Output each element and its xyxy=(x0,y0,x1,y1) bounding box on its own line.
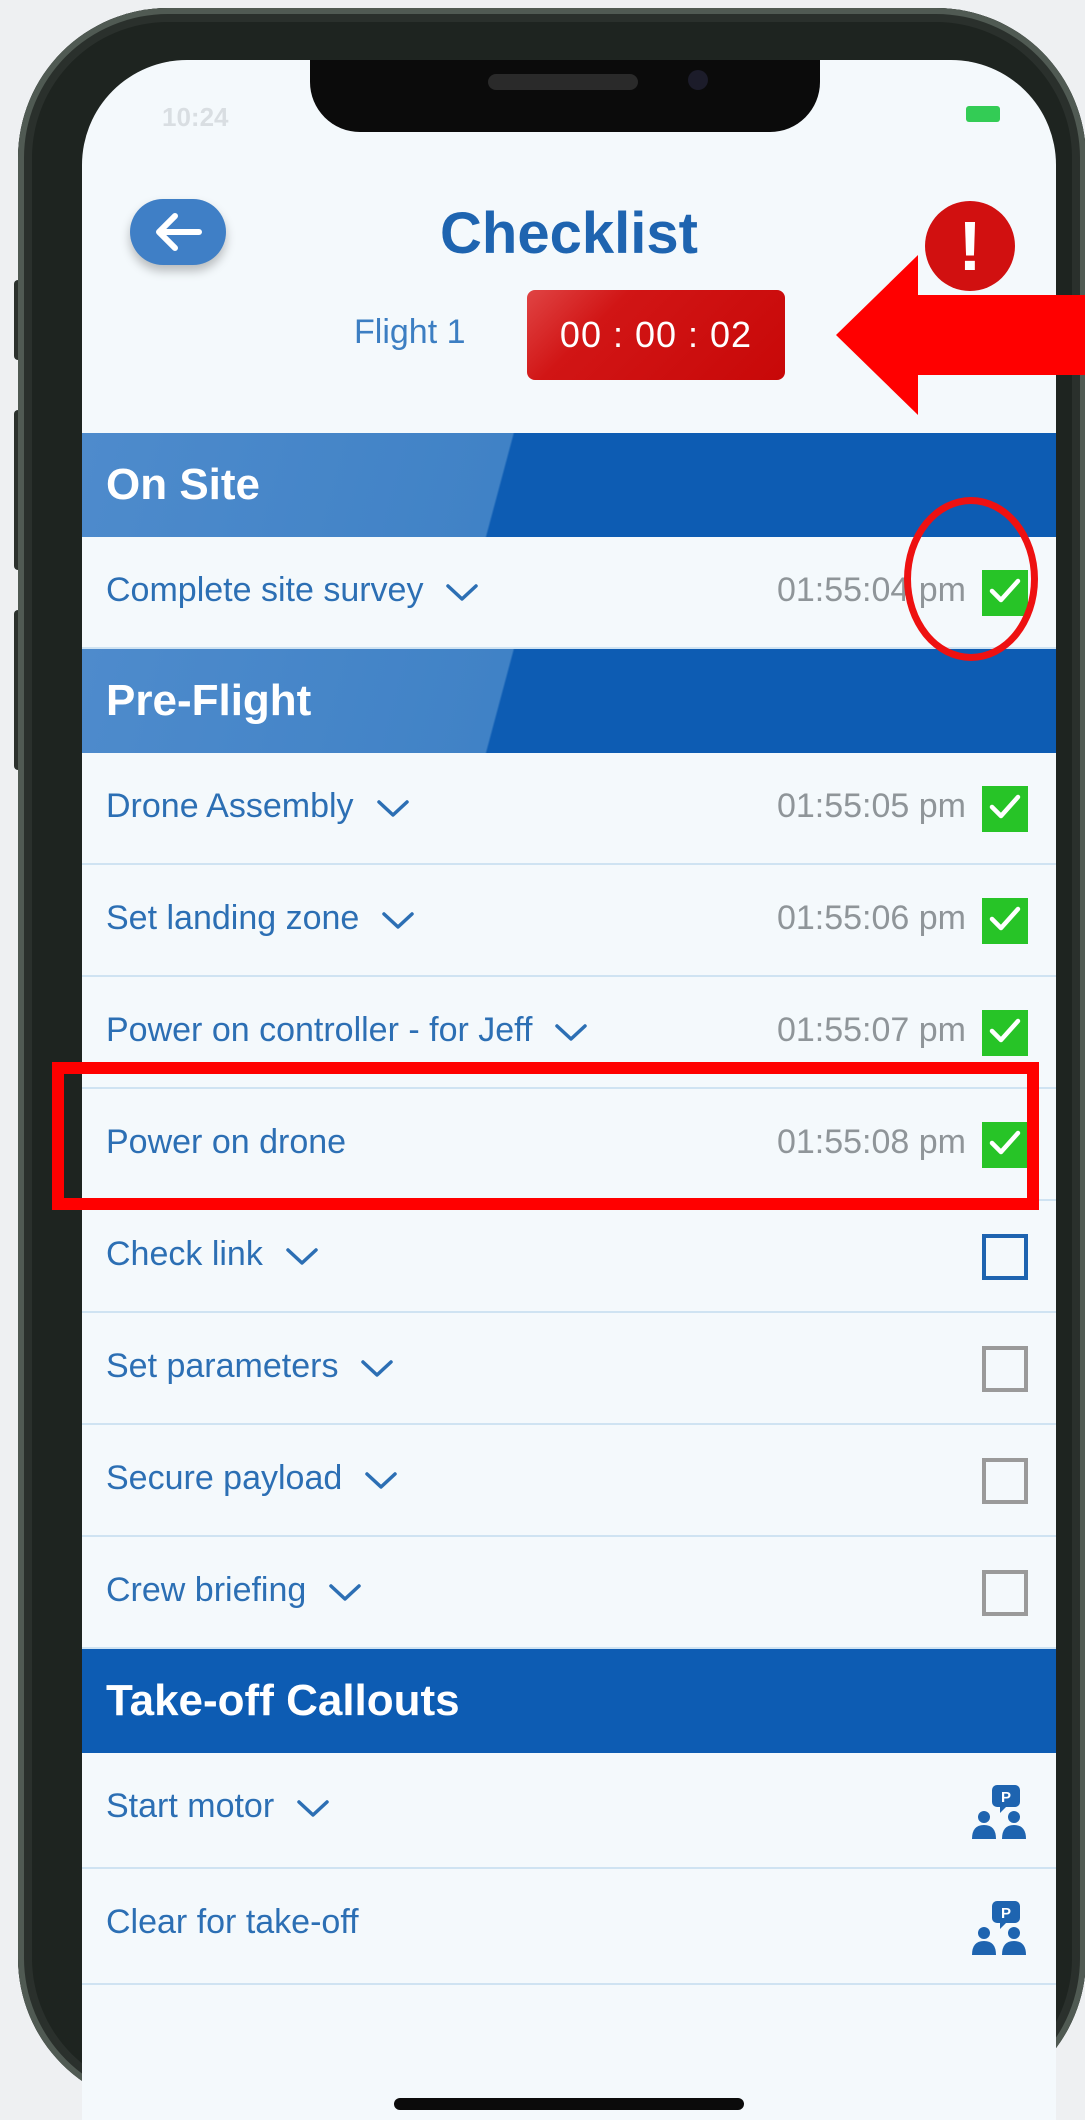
section-header: On Site xyxy=(82,433,1056,537)
item-label: Start motor xyxy=(106,1787,330,1828)
item-label: Crew briefing xyxy=(106,1571,362,1612)
item-label: Set landing zone xyxy=(106,899,415,940)
checked-checkbox[interactable] xyxy=(982,1122,1028,1168)
checkmark-icon xyxy=(988,1128,1022,1163)
checklist-item[interactable]: Crew briefing xyxy=(82,1537,1056,1649)
item-timestamp: 01:55:05 pm xyxy=(776,787,966,825)
item-label: Check link xyxy=(106,1235,319,1276)
item-label: Power on drone xyxy=(106,1123,346,1162)
phone-notch xyxy=(310,60,820,132)
checklist-item[interactable]: Set landing zone 01:55:06 pm xyxy=(82,865,1056,977)
checkbox[interactable] xyxy=(982,1346,1028,1392)
chevron-down-icon[interactable] xyxy=(381,901,415,940)
phone-frame: 10:24 Checklist ! Flight 1 00 : 00 : 02 … xyxy=(18,8,1085,2120)
checklist-item[interactable]: Start motor P xyxy=(82,1753,1056,1869)
item-timestamp: 01:55:04 pm xyxy=(776,571,966,609)
home-indicator xyxy=(394,2098,744,2110)
checkmark-icon xyxy=(988,1016,1022,1051)
checkmark-icon xyxy=(988,792,1022,827)
crew-callout-icon[interactable]: P xyxy=(970,1899,1030,1962)
checked-checkbox[interactable] xyxy=(982,786,1028,832)
item-label-text: Secure payload xyxy=(106,1459,343,1497)
status-time: 10:24 xyxy=(162,102,229,132)
chevron-down-icon[interactable] xyxy=(445,573,479,612)
item-timestamp: 01:55:06 pm xyxy=(776,899,966,937)
item-timestamp: 01:55:08 pm xyxy=(776,1123,966,1161)
item-label-text: Check link xyxy=(106,1235,263,1273)
item-label: Complete site survey xyxy=(106,571,479,612)
checkbox[interactable] xyxy=(982,1570,1028,1616)
chevron-down-icon[interactable] xyxy=(285,1237,319,1276)
checklist-item[interactable]: Set parameters xyxy=(82,1313,1056,1425)
item-label-text: Set landing zone xyxy=(106,899,360,937)
alert-icon[interactable]: ! xyxy=(925,201,1015,291)
checklist-item[interactable]: Check link xyxy=(82,1201,1056,1313)
item-label: Power on controller - for Jeff xyxy=(106,1011,588,1052)
flight-label: Flight 1 xyxy=(354,313,466,351)
item-label: Clear for take-off xyxy=(106,1903,359,1942)
item-label-text: Power on drone xyxy=(106,1123,347,1161)
svg-text:P: P xyxy=(1001,1789,1011,1806)
battery-icon xyxy=(966,106,1000,122)
item-label: Secure payload xyxy=(106,1459,398,1500)
item-label-text: Complete site survey xyxy=(106,571,424,609)
item-label-text: Crew briefing xyxy=(106,1571,307,1609)
flight-timer: 00 : 00 : 02 xyxy=(527,290,785,380)
page-title: Checklist xyxy=(440,201,698,266)
item-label-text: Start motor xyxy=(106,1787,275,1825)
section-header: Take-off Callouts xyxy=(82,1649,1056,1753)
speaker-grille xyxy=(488,74,638,90)
checklist-item[interactable]: Clear for take-off P xyxy=(82,1869,1056,1985)
checked-checkbox[interactable] xyxy=(982,898,1028,944)
checkbox[interactable] xyxy=(982,1458,1028,1504)
chevron-down-icon[interactable] xyxy=(296,1789,330,1828)
svg-text:P: P xyxy=(1001,1905,1011,1922)
crew-callout-icon[interactable]: P xyxy=(970,1783,1030,1846)
section-header: Pre-Flight xyxy=(82,649,1056,753)
app-screen: 10:24 Checklist ! Flight 1 00 : 00 : 02 … xyxy=(82,60,1056,2120)
chevron-down-icon[interactable] xyxy=(360,1349,394,1388)
item-label-text: Drone Assembly xyxy=(106,787,354,825)
chevron-down-icon[interactable] xyxy=(554,1013,588,1052)
chevron-down-icon[interactable] xyxy=(364,1461,398,1500)
checklist-item[interactable]: Drone Assembly 01:55:05 pm xyxy=(82,753,1056,865)
front-camera xyxy=(688,70,708,90)
checked-checkbox[interactable] xyxy=(982,570,1028,616)
checklist-item[interactable]: Secure payload xyxy=(82,1425,1056,1537)
item-timestamp: 01:55:07 pm xyxy=(776,1011,966,1049)
item-label-text: Power on controller - for Jeff xyxy=(106,1011,533,1049)
checklist-item[interactable]: Power on drone 01:55:08 pm xyxy=(82,1089,1056,1201)
chevron-down-icon[interactable] xyxy=(376,789,410,828)
chevron-down-icon[interactable] xyxy=(328,1573,362,1612)
checkmark-icon xyxy=(988,904,1022,939)
checklist-item[interactable]: Power on controller - for Jeff 01:55:07 p… xyxy=(82,977,1056,1089)
item-label-text: Set parameters xyxy=(106,1347,339,1385)
checked-checkbox[interactable] xyxy=(982,1010,1028,1056)
checklist-item[interactable]: Complete site survey 01:55:04 pm xyxy=(82,537,1056,649)
checkmark-icon xyxy=(988,576,1022,611)
item-label-text: Clear for take-off xyxy=(106,1903,359,1941)
item-label: Drone Assembly xyxy=(106,787,410,828)
checkbox[interactable] xyxy=(982,1234,1028,1280)
item-label: Set parameters xyxy=(106,1347,394,1388)
